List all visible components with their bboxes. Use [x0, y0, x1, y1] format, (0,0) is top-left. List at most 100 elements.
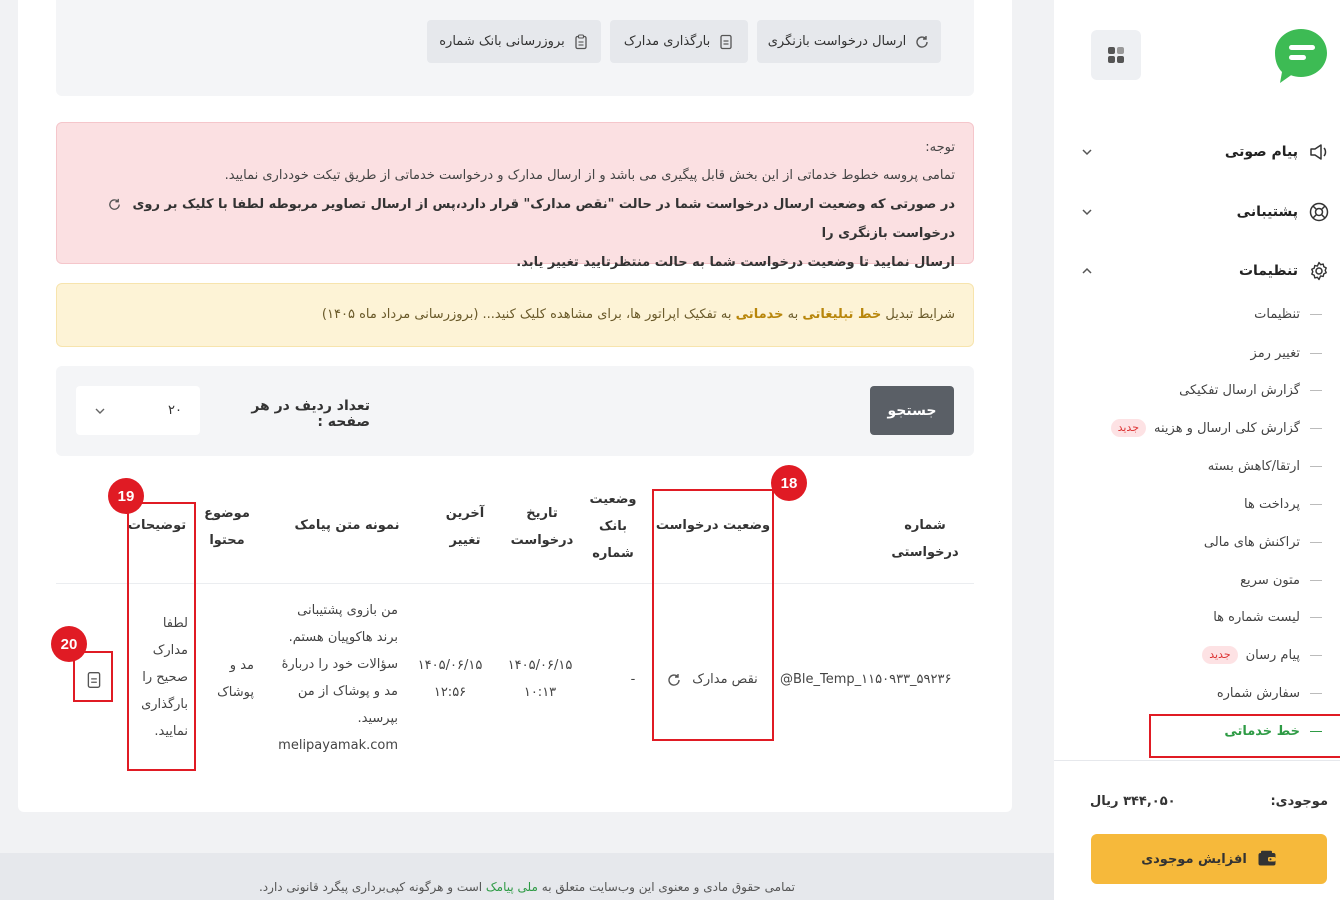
topup-button[interactable]: افزایش موجودی: [1091, 834, 1327, 884]
sidebar-item-number-list[interactable]: لیست شماره ها: [1080, 600, 1322, 634]
sidebar-item-settings[interactable]: تنظیمات: [1080, 297, 1322, 331]
conditions-highlight-ad: خط تبلیغاتی: [802, 307, 882, 322]
header-content-subject-2: محتوا: [209, 533, 245, 548]
cell-last-change: ۱۴۰۵/۰۶/۱۵ ۱۲:۵۶: [412, 652, 488, 706]
conditions-suffix: به تفکیک اپراتور ها، برای مشاهده کلیک کن…: [321, 307, 732, 322]
nav-settings-label: تنظیمات: [1238, 263, 1298, 279]
clipboard-icon: [575, 33, 587, 49]
upload-docs-label: بارگذاری مدارک: [623, 34, 711, 49]
header-bank-status-3: شماره: [592, 546, 634, 561]
sidebar-item-change-password[interactable]: تغییر رمز: [1080, 336, 1322, 370]
header-bank-status-2: بانک: [599, 519, 627, 534]
brand-logo[interactable]: [1272, 26, 1330, 86]
sidebar-item-overall-report[interactable]: گزارش کلی ارسال و هزینه جدید: [1080, 411, 1322, 445]
sidebar-item-transactions[interactable]: تراکنش های مالی: [1080, 525, 1322, 559]
conditions-highlight-service: خدماتی: [735, 307, 784, 322]
notice-alert: توجه: تمامی پروسه خطوط خدماتی از این بخش…: [56, 122, 974, 270]
upload-docs-button[interactable]: بارگذاری مدارک: [610, 20, 748, 63]
sidebar-item-messenger[interactable]: پیام رسان جدید: [1080, 638, 1322, 672]
conditions-alert[interactable]: شرایط تبدیل خط تبلیغاتی به خدماتی به تفک…: [56, 283, 974, 347]
main-content: ارسال درخواست بازنگری بارگذاری مدارک برو…: [0, 0, 1054, 900]
new-badge: جدید: [1202, 646, 1238, 664]
balance-label: موجودی:: [1270, 794, 1328, 809]
notice-line-1: تمامی پروسه خطوط خدماتی از این بخش قابل …: [224, 168, 955, 183]
header-last-change-2: تغییر: [449, 533, 481, 548]
sidebar-item-order-number[interactable]: سفارش شماره: [1080, 676, 1322, 710]
cell-last-change-2: ۱۲:۵۶: [433, 685, 467, 700]
header-content-subject: موضوع محتوا: [200, 500, 254, 554]
annotation-badge-19: 19: [108, 478, 144, 514]
sidebar-divider: [1054, 760, 1340, 761]
cell-subject-1: مد و: [229, 658, 254, 673]
chevron-down-icon: [1082, 209, 1092, 216]
resend-request-button[interactable]: ارسال درخواست بازنگری: [757, 20, 941, 63]
update-bank-button[interactable]: بروزرسانی بانک شماره: [427, 20, 601, 63]
header-request-date-2: درخواست: [510, 533, 574, 548]
topup-button-label: افزایش موجودی: [1141, 851, 1247, 867]
new-badge: جدید: [1110, 419, 1147, 437]
cell-sms-line-1: من بازوی پشتیبانی: [297, 603, 398, 618]
annotation-box-service-line: [1149, 714, 1340, 758]
nav-support-label: پشتیبانی: [1236, 204, 1298, 220]
nav-voice-message[interactable]: پیام صوتی: [1080, 132, 1330, 172]
cell-sms-line-2: برند هاکوپیان هستم.: [288, 630, 398, 645]
rows-per-page-value: ۲۰: [168, 403, 182, 418]
annotation-box-19: [127, 502, 196, 771]
chevron-up-icon: [1082, 267, 1092, 274]
sidebar-item-label: تنظیمات: [1254, 306, 1300, 322]
header-bank-status: وضعیت بانک شماره: [585, 486, 641, 567]
cell-request-number: @Ble_Temp_۱۱۵۰۹۳۳_۵۹۲۳۶: [780, 672, 952, 687]
chevron-down-icon: [95, 408, 105, 414]
footer-brand-link[interactable]: ملی پیامک: [486, 880, 538, 894]
cell-last-change-1: ۱۴۰۵/۰۶/۱۵: [417, 658, 483, 673]
sidebar-item-payments[interactable]: پرداخت ها: [1080, 487, 1322, 521]
refresh-icon: [916, 35, 928, 48]
cell-request-date-1: ۱۴۰۵/۰۶/۱۵: [507, 658, 573, 673]
nav-voice-message-label: پیام صوتی: [1224, 144, 1298, 160]
sidebar-item-upgrade-package[interactable]: ارتقا/کاهش بسته: [1080, 449, 1322, 483]
header-request-date: تاریخ درخواست: [505, 500, 579, 554]
header-request-date-1: تاریخ: [526, 506, 558, 521]
sidebar-item-label: پرداخت ها: [1244, 496, 1300, 512]
header-request-number: شماره درخواستی: [891, 518, 959, 560]
cell-request-date: ۱۴۰۵/۰۶/۱۵ ۱۰:۱۳: [495, 652, 585, 706]
annotation-box-18: [652, 489, 774, 741]
cell-bank-status: -: [630, 672, 636, 687]
resend-request-label: ارسال درخواست بازنگری: [767, 34, 907, 49]
chevron-down-icon: [1082, 149, 1092, 156]
notice-title: توجه:: [925, 140, 955, 155]
annotation-badge-20: 20: [51, 626, 87, 662]
cell-sms-sample: من بازوی پشتیبانی برند هاکوپیان هستم. سؤ…: [256, 597, 398, 759]
notice-line-2: در صورتی که وضعیت ارسال درخواست شما در ح…: [75, 190, 955, 248]
header-last-change-1: آخرین: [445, 506, 485, 521]
cell-subject-2: پوشاک: [217, 685, 254, 700]
apps-grid-button[interactable]: [1091, 30, 1141, 80]
notice-line-2b: درخواست بازنگری را: [821, 226, 955, 241]
cell-sms-line-4: مد و پوشاک از من: [297, 684, 398, 699]
footer-suffix: است و هرگونه کپی‌برداری پیگرد قانونی دار…: [258, 880, 483, 894]
sidebar-item-detailed-report[interactable]: گزارش ارسال تفکیکی: [1080, 373, 1322, 407]
notice-line-3: ارسال نمایید تا وضعیت درخواست شما به حال…: [516, 255, 955, 270]
grid-icon: [1108, 47, 1124, 63]
sidebar-item-label: تراکنش های مالی: [1203, 534, 1300, 550]
sidebar-item-quick-texts[interactable]: متون سریع: [1080, 563, 1322, 597]
sidebar-item-label: ارتقا/کاهش بسته: [1207, 458, 1300, 474]
cell-sms-line-3: سؤالات خود را دربارهٔ: [281, 657, 398, 672]
cell-sms-line-6: melipayamak.com: [278, 738, 398, 753]
rows-per-page-select[interactable]: ۲۰: [76, 386, 200, 435]
speaker-icon: [1310, 144, 1327, 160]
search-button[interactable]: جستجو: [870, 386, 954, 435]
lifebuoy-icon: [1309, 202, 1329, 222]
sidebar-item-label: پیام رسان: [1245, 647, 1300, 663]
cell-content-subject: مد و پوشاک: [200, 652, 254, 706]
header-sms-sample: نمونه متن پیامک: [294, 518, 400, 533]
nav-settings[interactable]: تنظیمات: [1080, 251, 1330, 291]
cell-sms-line-5: بپرسید.: [357, 711, 399, 726]
gear-icon: [1311, 261, 1327, 281]
header-last-change: آخرین تغییر: [430, 500, 500, 554]
footer-prefix: تمامی حقوق مادی و معنوی این وب‌سایت متعل…: [541, 880, 796, 894]
nav-support[interactable]: پشتیبانی: [1080, 192, 1330, 232]
sidebar-item-label: لیست شماره ها: [1213, 609, 1300, 625]
refresh-icon[interactable]: [107, 197, 122, 212]
sidebar-item-label: متون سریع: [1240, 572, 1300, 588]
